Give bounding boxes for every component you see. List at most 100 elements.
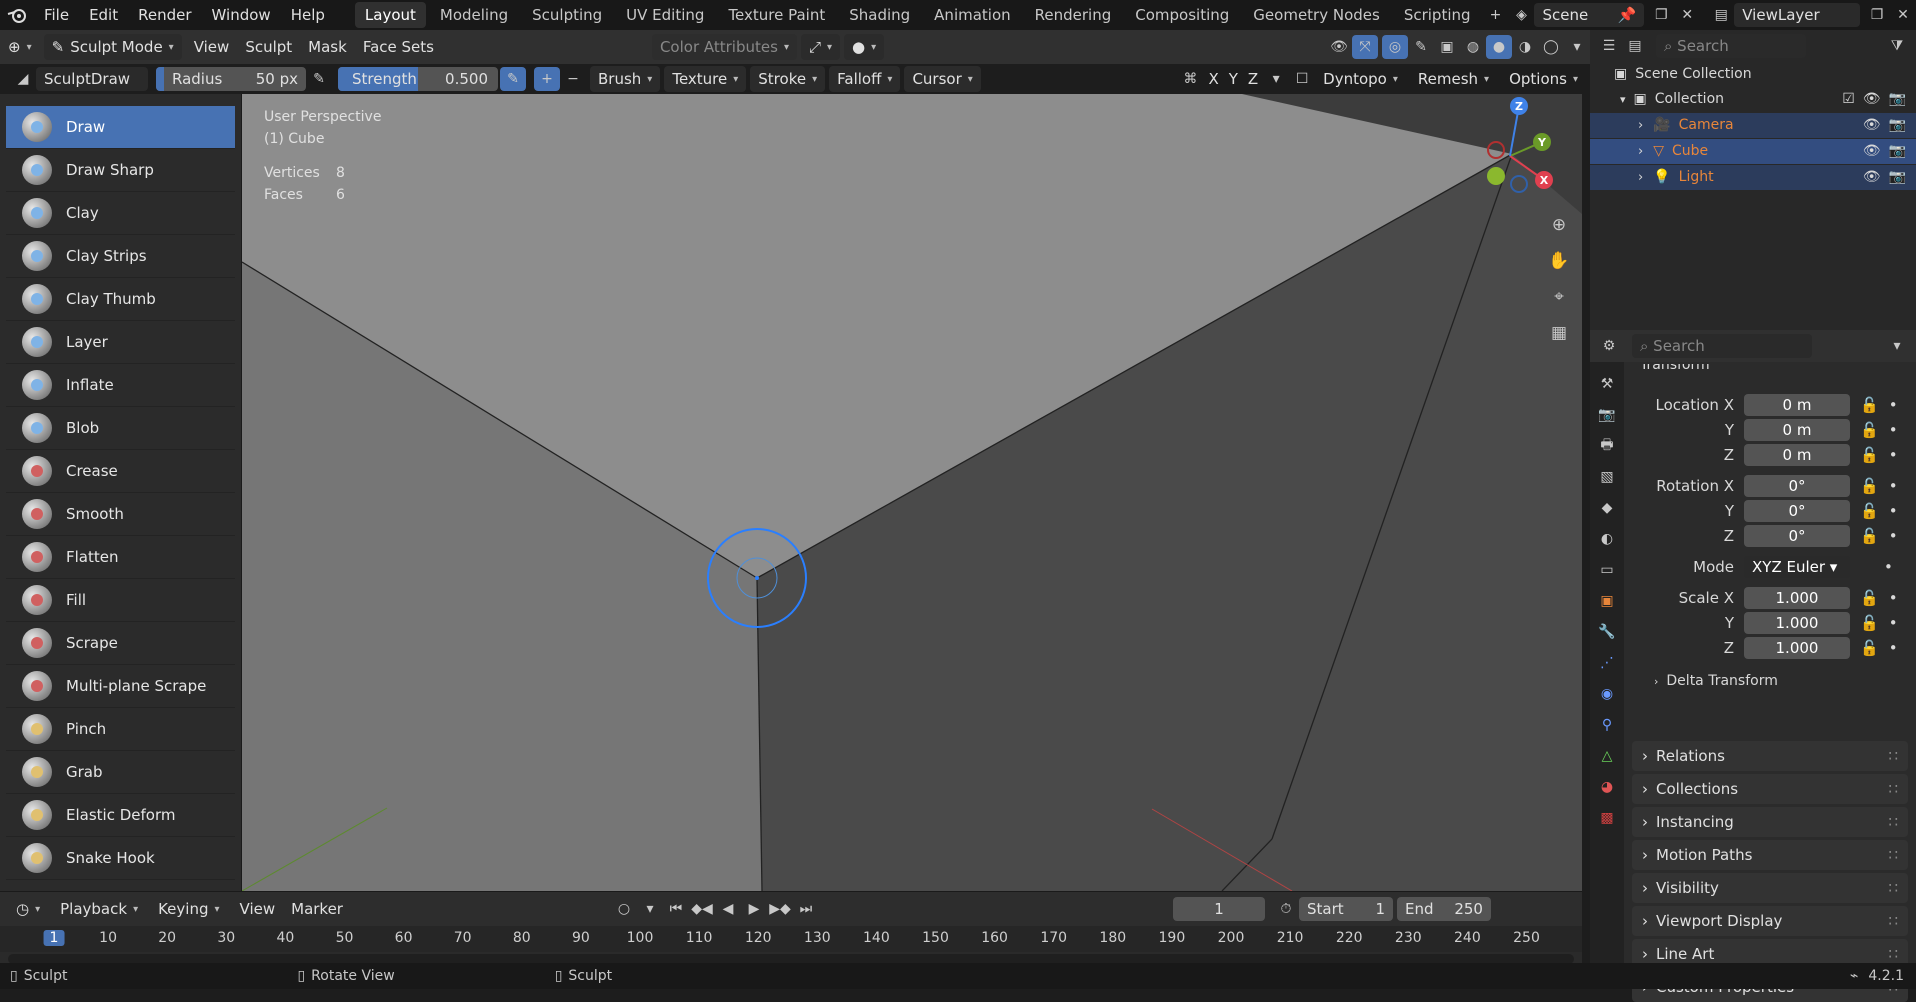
brush-dropdown[interactable]: Brush ▾ xyxy=(590,66,661,92)
symmetry-options-icon[interactable]: ▾ xyxy=(1263,67,1289,91)
collection-row[interactable]: ▾ ▣ Collection ☑ 👁 📷 xyxy=(1590,87,1916,112)
tab-texture-paint[interactable]: Texture Paint xyxy=(718,2,835,28)
header-menu-mask[interactable]: Mask xyxy=(300,34,355,60)
tool-multi-plane-scrape[interactable]: Multi-plane Scrape xyxy=(6,665,235,708)
wireframe-shading-icon[interactable]: ◍ xyxy=(1460,35,1486,59)
properties-editor-type-icon[interactable]: ⚙ xyxy=(1596,334,1622,358)
gizmo-z[interactable]: Z xyxy=(1515,100,1523,113)
object-tab-icon[interactable]: ▣ xyxy=(1594,589,1620,613)
strength-field[interactable]: Strength 0.500 xyxy=(338,67,498,91)
display-mode-icon[interactable]: ▤ xyxy=(1622,34,1648,58)
keyframe-dot-icon[interactable]: • xyxy=(1889,614,1898,632)
delete-scene-icon[interactable]: ✕ xyxy=(1674,3,1700,27)
scale-z-field[interactable]: 1.000 xyxy=(1744,636,1850,659)
outliner-item-light[interactable]: › 💡 Light 👁 📷 xyxy=(1590,165,1916,190)
scene-icon[interactable]: ◈ xyxy=(1509,3,1535,27)
gizmo-y[interactable]: Y xyxy=(1537,136,1547,149)
remesh-dropdown[interactable]: Remesh ▾ xyxy=(1410,66,1497,92)
scene-collection-row[interactable]: ▣ Scene Collection xyxy=(1590,62,1916,87)
tool-fill[interactable]: Fill xyxy=(6,579,235,622)
texture-dropdown[interactable]: Texture ▾ xyxy=(664,66,747,92)
falloff-dropdown[interactable]: Falloff ▾ xyxy=(829,66,901,92)
timeline-menu-playback[interactable]: Playback ▾ xyxy=(52,896,146,922)
tool-smooth[interactable]: Smooth xyxy=(6,493,235,536)
transform-orientation-dropdown[interactable]: ⤢ ▾ xyxy=(800,34,841,60)
physics-tab-icon[interactable]: ◉ xyxy=(1594,682,1620,706)
keyframe-dot-icon[interactable]: • xyxy=(1884,558,1893,576)
gizmo-toggle-icon[interactable]: ⤧ xyxy=(1352,35,1378,59)
properties-search[interactable]: ⌕ Search xyxy=(1632,334,1812,358)
lock-icon[interactable]: 🔓 xyxy=(1860,639,1879,657)
location-z-field[interactable]: 0 m xyxy=(1744,443,1850,466)
keyframe-dot-icon[interactable]: • xyxy=(1889,502,1898,520)
timeline-menu-view[interactable]: View xyxy=(232,896,284,922)
axis-y[interactable]: Y xyxy=(1224,66,1243,92)
toggle-xray-icon[interactable]: ▣ xyxy=(1434,35,1460,59)
menu-render[interactable]: Render xyxy=(128,0,201,30)
outliner-search[interactable]: ⌕ Search xyxy=(1656,34,1806,58)
world-tab-icon[interactable]: ◐ xyxy=(1594,527,1620,551)
radius-pressure-icon[interactable]: ✎ xyxy=(306,67,332,91)
render-camera-icon[interactable]: 📷 xyxy=(1889,113,1906,138)
tab-geometry-nodes[interactable]: Geometry Nodes xyxy=(1243,2,1390,28)
drag-handle-icon[interactable]: ∷ xyxy=(1888,780,1898,798)
eye-icon[interactable]: 👁 xyxy=(1863,113,1881,138)
rotation-y-field[interactable]: 0° xyxy=(1744,499,1850,522)
tool-crease[interactable]: Crease xyxy=(6,450,235,493)
panel-visibility[interactable]: › Visibility ∷ xyxy=(1632,873,1908,903)
tab-uv-editing[interactable]: UV Editing xyxy=(616,2,714,28)
keyframe-dot-icon[interactable]: • xyxy=(1889,421,1898,439)
drag-handle-icon[interactable]: ∷ xyxy=(1888,912,1898,930)
modifier-tab-icon[interactable]: 🔧 xyxy=(1594,620,1620,644)
radius-field[interactable]: Radius 50 px xyxy=(156,67,306,91)
new-scene-icon[interactable]: ❐ xyxy=(1648,3,1674,27)
menu-window[interactable]: Window xyxy=(202,0,281,30)
keyframe-dot-icon[interactable]: • xyxy=(1889,527,1898,545)
play-icon[interactable]: ▶ xyxy=(741,897,767,921)
keyframe-dot-icon[interactable]: • xyxy=(1889,446,1898,464)
tab-animation[interactable]: Animation xyxy=(924,2,1020,28)
keying-options-icon[interactable]: ▾ xyxy=(637,897,663,921)
panel-relations[interactable]: › Relations ∷ xyxy=(1632,741,1908,771)
rendered-shading-icon[interactable]: ◯ xyxy=(1538,35,1564,59)
panel-collections[interactable]: › Collections ∷ xyxy=(1632,774,1908,804)
panel-motion-paths[interactable]: › Motion Paths ∷ xyxy=(1632,840,1908,870)
lock-icon[interactable]: 🔓 xyxy=(1860,614,1879,632)
lock-icon[interactable]: 🔓 xyxy=(1860,446,1879,464)
properties-options-icon[interactable]: ▾ xyxy=(1884,334,1910,358)
outliner-item-camera[interactable]: › 🎥 Camera 👁 📷 xyxy=(1590,113,1916,138)
tab-sculpting[interactable]: Sculpting xyxy=(522,2,612,28)
overlay-icon[interactable]: ◎ xyxy=(1382,35,1408,59)
drag-handle-icon[interactable]: ∷ xyxy=(1888,747,1898,765)
collection-tab-icon[interactable]: ▭ xyxy=(1594,558,1620,582)
tool-clay-thumb[interactable]: Clay Thumb xyxy=(6,278,235,321)
3d-viewport[interactable]: User Perspective (1) Cube Vertices 8 Face… xyxy=(242,94,1582,891)
lock-icon[interactable]: 🔓 xyxy=(1860,421,1879,439)
keyframe-dot-icon[interactable]: • xyxy=(1889,639,1898,657)
transform-header[interactable]: Transform xyxy=(1624,364,1916,376)
stopwatch-icon[interactable]: ⏱ xyxy=(1273,897,1299,921)
axis-z[interactable]: Z xyxy=(1243,66,1263,92)
location-x-field[interactable]: 0 m xyxy=(1744,393,1850,416)
delta-transform-subpanel[interactable]: › Delta Transform xyxy=(1624,666,1916,696)
drag-handle-icon[interactable]: ∷ xyxy=(1888,846,1898,864)
add-workspace-icon[interactable]: + xyxy=(1483,3,1509,27)
expand-icon[interactable]: › xyxy=(1638,113,1643,138)
view-layer-tab-icon[interactable]: ▧ xyxy=(1594,465,1620,489)
frame-ruler[interactable]: 1 10 20 30 40 50 60 70 80 90 100 110 120 130 140 150 160… xyxy=(0,926,1582,952)
dyntopo-dropdown[interactable]: Dyntopo ▾ xyxy=(1315,66,1406,92)
pan-hand-icon[interactable]: ✋ xyxy=(1544,246,1574,276)
visibility-icon[interactable]: 👁 xyxy=(1326,35,1352,59)
gizmo-x[interactable]: X xyxy=(1540,174,1549,187)
lock-icon[interactable]: 🔓 xyxy=(1860,477,1879,495)
editor-type-button[interactable]: ⊕ ▾ xyxy=(0,34,40,60)
tool-flatten[interactable]: Flatten xyxy=(6,536,235,579)
render-tab-icon[interactable]: 📷 xyxy=(1594,403,1620,427)
camera-view-icon[interactable]: ⌖ xyxy=(1544,282,1574,312)
particles-tab-icon[interactable]: ⋰ xyxy=(1594,651,1620,675)
view-layer-selector[interactable]: ViewLayer xyxy=(1734,3,1861,27)
panel-instancing[interactable]: › Instancing ∷ xyxy=(1632,807,1908,837)
location-y-field[interactable]: 0 m xyxy=(1744,418,1850,441)
menu-help[interactable]: Help xyxy=(281,0,335,30)
add-direction-icon[interactable]: + xyxy=(534,67,560,91)
